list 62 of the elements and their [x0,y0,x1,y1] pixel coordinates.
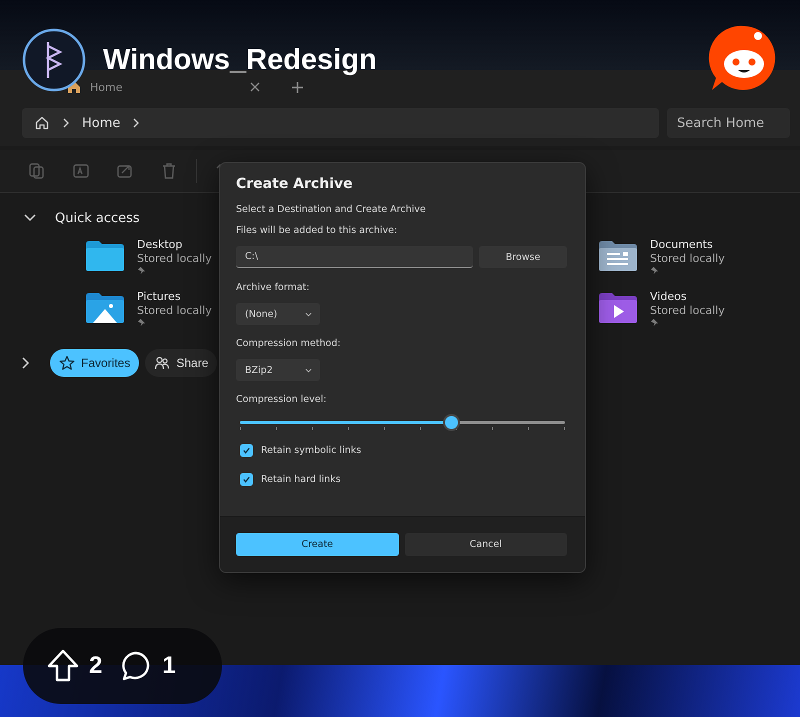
subreddit-logo-icon [22,28,86,92]
checkbox[interactable] [240,444,253,457]
tab-title: Home [90,80,124,94]
breadcrumb-item[interactable]: Home [82,116,120,130]
dialog-subtitle: Select a Destination and Create Archive [236,204,427,215]
folder-name: Videos [650,290,688,303]
filter-chip[interactable]: Favorites [50,349,140,377]
checkmark-icon [242,475,251,484]
comment-count: 1 [162,652,176,680]
video-folder-icon[interactable] [598,292,638,324]
compression-slider[interactable] [240,415,565,432]
address-bar[interactable]: Home [22,108,659,138]
checkmark-icon [242,446,251,455]
folder-name: Documents [650,238,714,251]
field-label: Compression level: [236,394,328,405]
copy-icon[interactable] [28,162,46,180]
document-folder-icon[interactable] [598,240,638,272]
checkbox-label: Retain hard links [261,474,341,485]
rename-icon[interactable] [72,162,90,180]
home-icon [34,115,50,131]
new-tab-icon[interactable] [292,82,303,92]
trash-icon[interactable] [160,162,178,180]
cancel-button[interactable]: Cancel [404,533,567,556]
field-label: Compression method: [236,338,342,349]
search-field[interactable]: Search Home [667,108,790,138]
pin-icon [137,266,146,275]
chevron-down-icon [305,368,312,372]
dialog-title: Create Archive [236,176,354,192]
checkbox[interactable] [240,473,253,486]
subreddit-name[interactable]: Windows_Redesign [103,44,377,76]
chevron-right-icon[interactable] [22,357,30,369]
path-field[interactable]: C:\ [236,246,473,268]
browse-button[interactable]: Browse [479,246,567,268]
picture-folder-icon[interactable] [85,292,125,324]
upvote-count: 2 [89,652,102,680]
field-label: Files will be added to this archive: [236,225,398,236]
chevron-down-icon[interactable] [24,214,36,222]
close-icon[interactable] [250,82,260,92]
folder-name: Pictures [137,290,182,303]
method-dropdown[interactable]: BZip2 [236,359,320,381]
star-icon [59,355,75,371]
chevron-right-icon [62,118,70,128]
field-label: Archive format: [236,282,310,293]
folder-name: Desktop [137,238,184,251]
chevron-down-icon [305,312,312,316]
format-dropdown[interactable]: (None) [236,303,320,325]
upvote-icon[interactable] [47,649,79,683]
people-icon [154,355,170,371]
folder-icon[interactable] [85,240,125,272]
filter-chip[interactable]: Share [145,349,218,377]
section-title: Quick access [55,210,140,226]
slider-thumb[interactable] [444,416,458,429]
folder-status: Stored locally [650,304,725,317]
pin-icon [650,318,659,327]
chevron-right-icon [132,118,140,128]
folder-status: Stored locally [137,304,212,317]
pin-icon [650,266,659,275]
folder-status: Stored locally [137,252,212,265]
folder-status: Stored locally [650,252,725,265]
pin-icon [137,318,146,327]
create-button[interactable]: Create [236,533,398,556]
checkbox-label: Retain symbolic links [261,445,362,456]
